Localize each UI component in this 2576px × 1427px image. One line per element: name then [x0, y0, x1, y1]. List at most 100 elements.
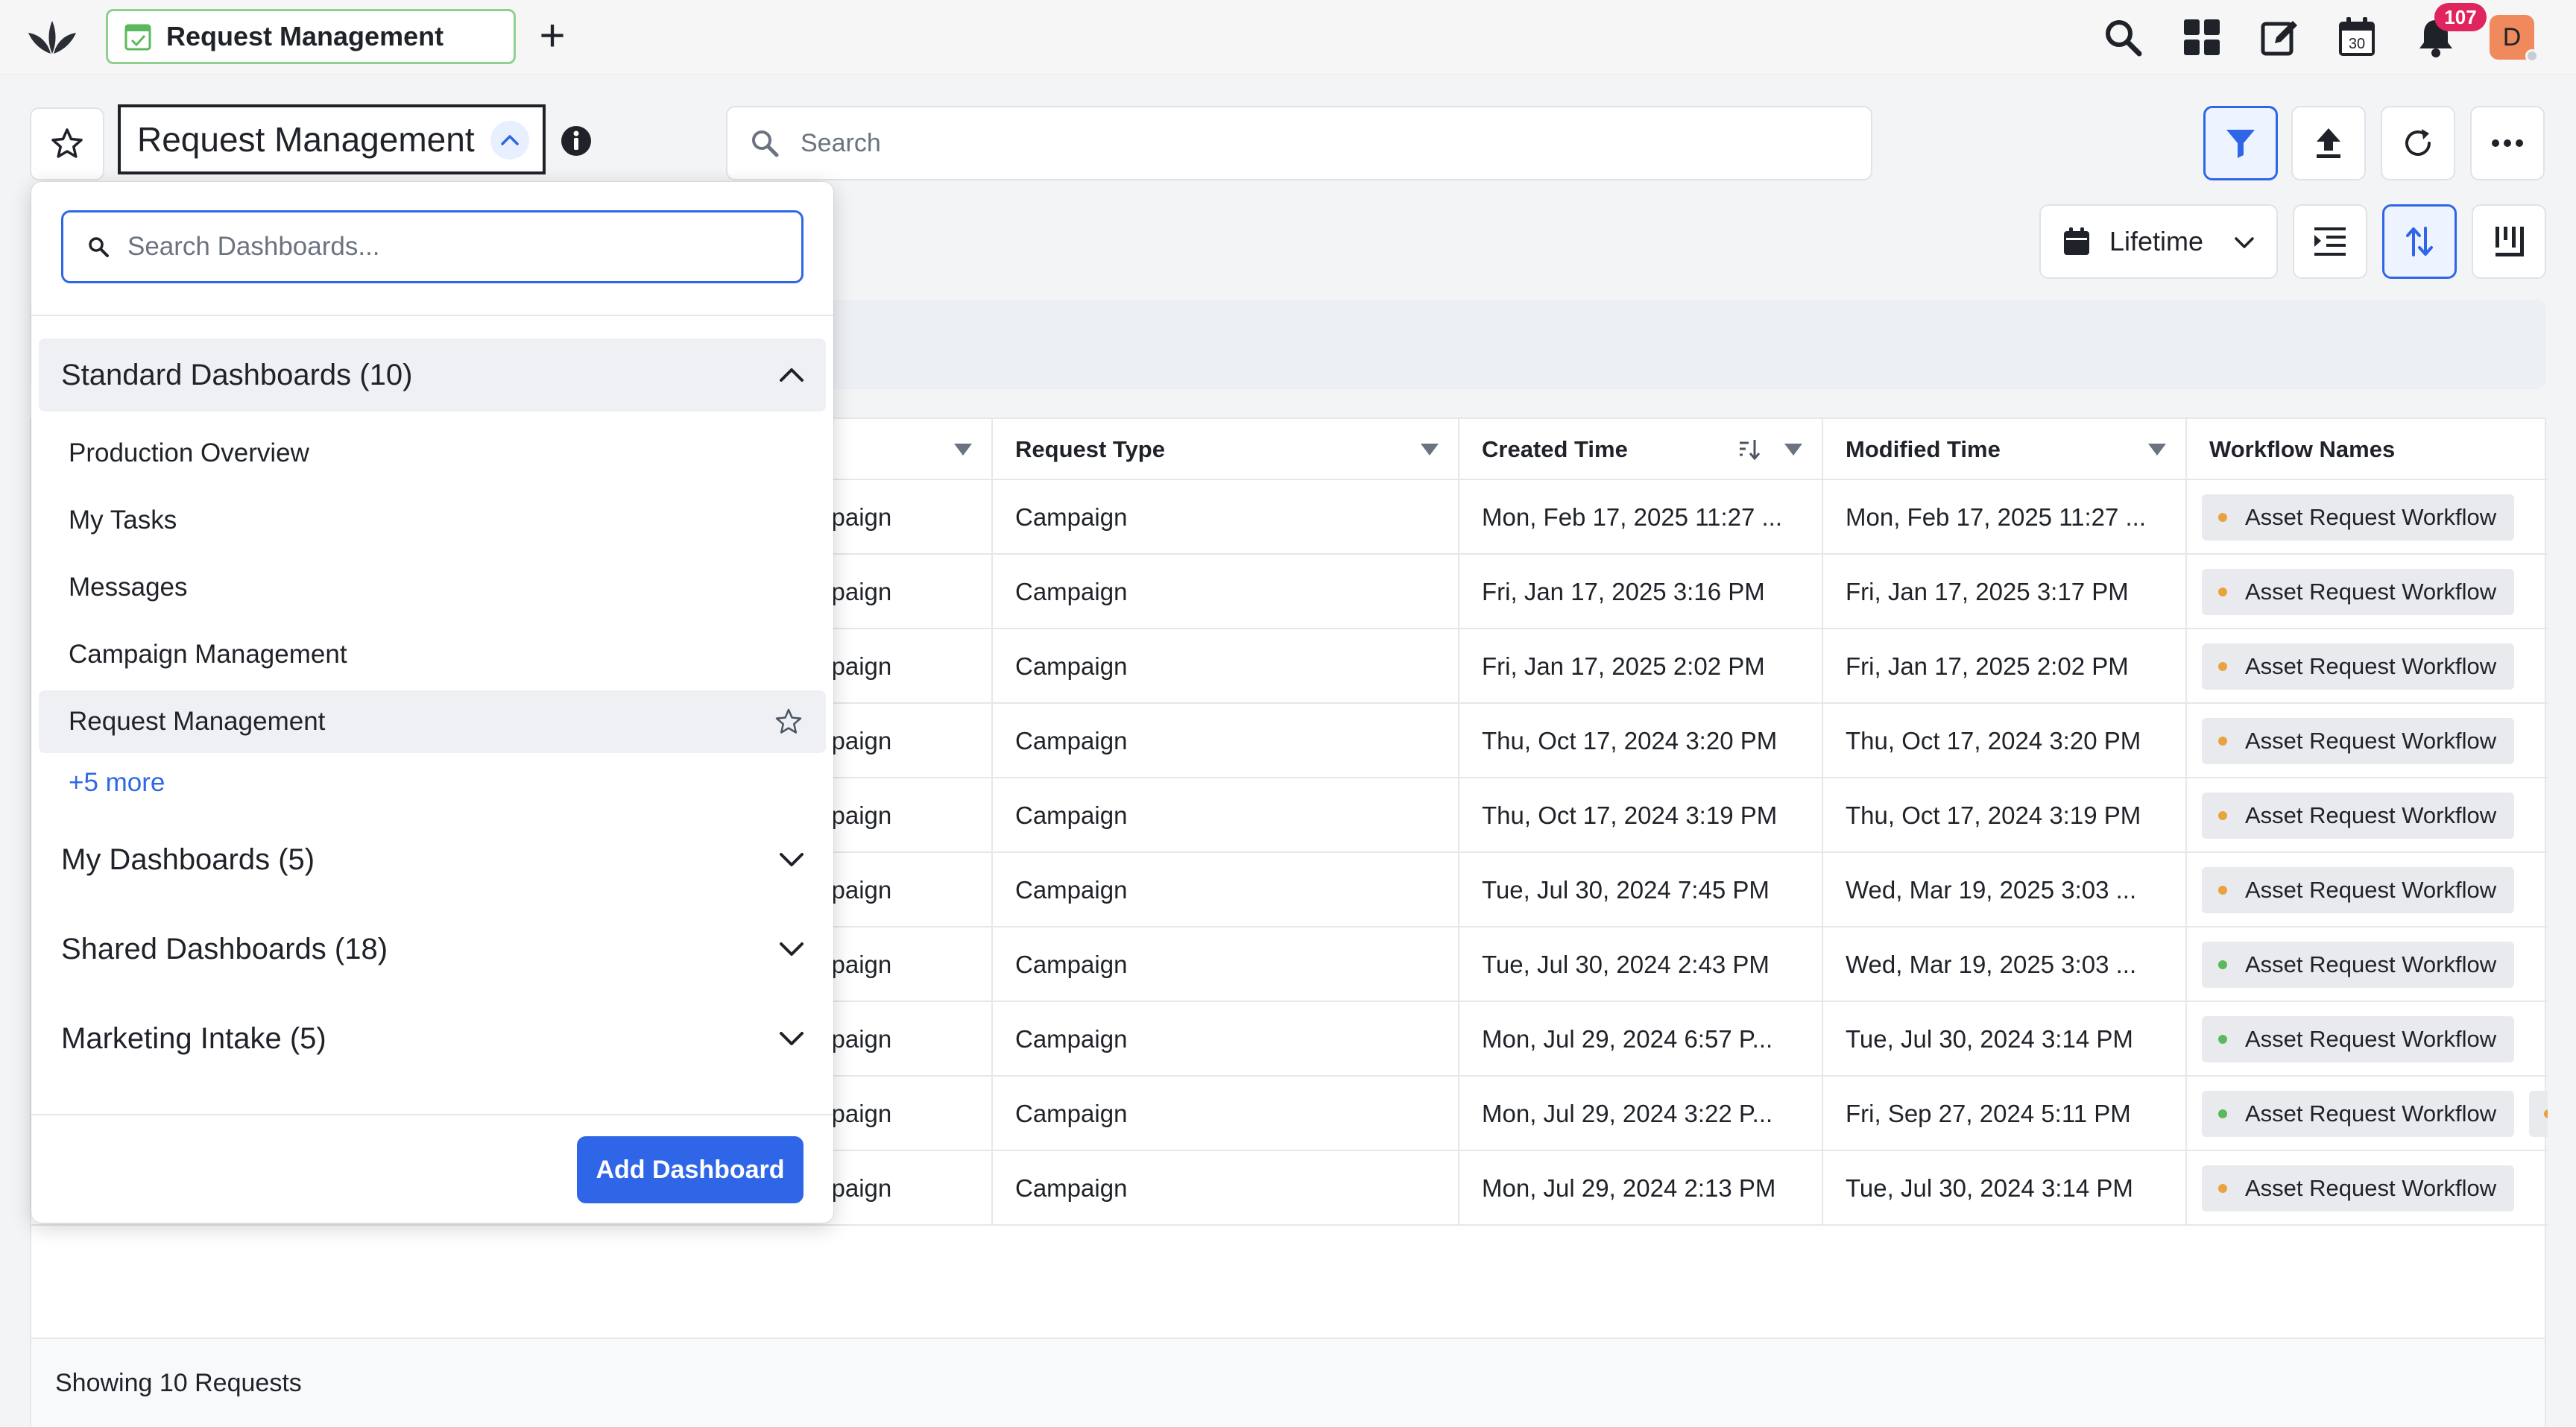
info-icon[interactable] [561, 125, 592, 157]
workflow-chip[interactable]: Asset Request Workflow [2202, 942, 2515, 988]
cell-modified-time[interactable]: Fri, Jan 17, 2025 3:17 PM [1823, 555, 2187, 629]
sort-desc-icon[interactable] [1737, 437, 1762, 462]
workflow-chip[interactable]: Asset Request Workflow [2202, 643, 2515, 690]
dashboard-item-campaign-management[interactable]: Campaign Management [39, 623, 826, 686]
status-dot-icon [2218, 960, 2227, 969]
favorite-button[interactable] [30, 107, 104, 180]
cell-created-time[interactable]: Mon, Jul 29, 2024 3:22 P... [1459, 1077, 1823, 1151]
dashboard-tab-icon [124, 24, 151, 51]
filter-button[interactable] [2203, 106, 2278, 180]
cell-modified-time[interactable]: Tue, Jul 30, 2024 3:14 PM [1823, 1151, 2187, 1226]
column-settings-button[interactable] [2293, 204, 2367, 279]
workflow-chip[interactable]: Asset Request Workflow [2202, 494, 2515, 541]
cell-request-type[interactable]: Campaign [993, 853, 1459, 927]
date-range-select[interactable]: Lifetime [2039, 204, 2278, 279]
cell-modified-time[interactable]: Tue, Jul 30, 2024 3:14 PM [1823, 1002, 2187, 1077]
workflow-chip[interactable]: Asset Request Workflow [2202, 867, 2515, 913]
cell-request-type[interactable]: Campaign [993, 480, 1459, 555]
workflow-chip[interactable]: Asset Request Workflow [2202, 1165, 2515, 1212]
row-count-label: Showing 10 Requests [55, 1369, 302, 1397]
cell-request-type[interactable]: Campaign [993, 778, 1459, 853]
calendar-icon[interactable]: 30 [2334, 15, 2379, 60]
cell-created-time[interactable]: Fri, Jan 17, 2025 3:16 PM [1459, 555, 1823, 629]
workflow-chip[interactable]: Asset Request Workflow [2202, 793, 2515, 839]
cell-request-type[interactable]: Campaign [993, 1151, 1459, 1226]
add-dashboard-button[interactable]: Add Dashboard [577, 1136, 804, 1203]
workflow-chip-overflow[interactable] [2529, 1091, 2548, 1137]
cell-created-time[interactable]: Mon, Feb 17, 2025 11:27 ... [1459, 480, 1823, 555]
column-header-modified-time[interactable]: Modified Time [1823, 419, 2187, 480]
workflow-chip[interactable]: Asset Request Workflow [2202, 1016, 2515, 1062]
cell-created-time[interactable]: Thu, Oct 17, 2024 3:19 PM [1459, 778, 1823, 853]
status-dot-icon [2218, 1109, 2227, 1118]
column-header-request-type[interactable]: Request Type [993, 419, 1459, 480]
new-tab-button[interactable]: + [534, 13, 571, 58]
cell-modified-time[interactable]: Thu, Oct 17, 2024 3:19 PM [1823, 778, 2187, 853]
dashboard-search[interactable] [61, 210, 804, 283]
star-icon[interactable] [775, 708, 802, 735]
cell-created-time[interactable]: Tue, Jul 30, 2024 2:43 PM [1459, 927, 1823, 1002]
export-button[interactable] [2291, 106, 2366, 180]
cell-modified-time[interactable]: Thu, Oct 17, 2024 3:20 PM [1823, 704, 2187, 778]
column-header-workflow-names[interactable]: Workflow Names [2187, 419, 2548, 480]
dashboard-item-messages[interactable]: Messages [39, 556, 826, 619]
status-dot-icon [2218, 811, 2227, 820]
more-options-button[interactable] [2470, 106, 2545, 180]
chevron-up-icon [780, 368, 804, 382]
logo-icon[interactable] [25, 16, 79, 58]
cell-request-type[interactable]: Campaign [993, 629, 1459, 704]
board-view-button[interactable] [2472, 204, 2546, 279]
cell-created-time[interactable]: Thu, Oct 17, 2024 3:20 PM [1459, 704, 1823, 778]
dashboard-item-request-management[interactable]: Request Management [39, 690, 826, 753]
refresh-button[interactable] [2381, 106, 2455, 180]
dashboard-search-input[interactable] [127, 232, 783, 262]
tab-request-management[interactable]: Request Management [106, 9, 516, 64]
apps-grid-icon[interactable] [2179, 15, 2224, 60]
status-dot-icon [2218, 737, 2227, 746]
indent-list-icon [2314, 227, 2346, 256]
cell-request-type[interactable]: Campaign [993, 1077, 1459, 1151]
cell-request-type[interactable]: Campaign [993, 704, 1459, 778]
show-more-link[interactable]: +5 more [69, 768, 165, 798]
column-menu-icon[interactable] [954, 444, 972, 456]
workflow-chip[interactable]: Asset Request Workflow [2202, 1091, 2515, 1137]
workflow-chip[interactable]: Asset Request Workflow [2202, 718, 2515, 764]
workflow-chip[interactable]: Asset Request Workflow [2202, 569, 2515, 615]
refresh-icon [2405, 129, 2431, 156]
group-shared-dashboards[interactable]: Shared Dashboards (18) [39, 916, 826, 983]
dashboard-selector[interactable]: Request Management [118, 104, 546, 174]
cell-modified-time[interactable]: Fri, Jan 17, 2025 2:02 PM [1823, 629, 2187, 704]
cell-created-time[interactable]: Mon, Jul 29, 2024 2:13 PM [1459, 1151, 1823, 1226]
sort-button[interactable] [2382, 204, 2457, 279]
chevron-up-icon[interactable] [490, 121, 529, 160]
divider [31, 315, 833, 316]
cell-modified-time[interactable]: Fri, Sep 27, 2024 5:11 PM [1823, 1077, 2187, 1151]
group-marketing-intake[interactable]: Marketing Intake (5) [39, 1005, 826, 1072]
column-header-created-time[interactable]: Created Time [1459, 419, 1823, 480]
search-bar[interactable] [726, 106, 1872, 180]
cell-request-type[interactable]: Campaign [993, 1002, 1459, 1077]
column-menu-icon[interactable] [2148, 444, 2166, 456]
cell-created-time[interactable]: Fri, Jan 17, 2025 2:02 PM [1459, 629, 1823, 704]
cell-created-time[interactable]: Tue, Jul 30, 2024 7:45 PM [1459, 853, 1823, 927]
search-input[interactable] [801, 128, 1770, 158]
cell-modified-time[interactable]: Mon, Feb 17, 2025 11:27 ... [1823, 480, 2187, 555]
cell-modified-time[interactable]: Wed, Mar 19, 2025 3:03 ... [1823, 853, 2187, 927]
cell-modified-time[interactable]: Wed, Mar 19, 2025 3:03 ... [1823, 927, 2187, 1002]
presence-dot [2525, 49, 2539, 63]
column-menu-icon[interactable] [1421, 444, 1439, 456]
search-icon[interactable] [2100, 15, 2145, 60]
upload-icon [2317, 128, 2340, 158]
dashboard-item-production-overview[interactable]: Production Overview [39, 422, 826, 485]
column-menu-icon[interactable] [1784, 444, 1802, 456]
cell-request-type[interactable]: Campaign [993, 555, 1459, 629]
cell-created-time[interactable]: Mon, Jul 29, 2024 6:57 P... [1459, 1002, 1823, 1077]
edit-icon[interactable] [2257, 15, 2302, 60]
group-my-dashboards[interactable]: My Dashboards (5) [39, 826, 826, 893]
status-dot-icon [2218, 513, 2227, 522]
status-dot-icon [2218, 588, 2227, 596]
group-standard-dashboards[interactable]: Standard Dashboards (10) [39, 338, 826, 412]
more-horizontal-icon [2492, 139, 2523, 147]
dashboard-item-my-tasks[interactable]: My Tasks [39, 489, 826, 552]
cell-request-type[interactable]: Campaign [993, 927, 1459, 1002]
